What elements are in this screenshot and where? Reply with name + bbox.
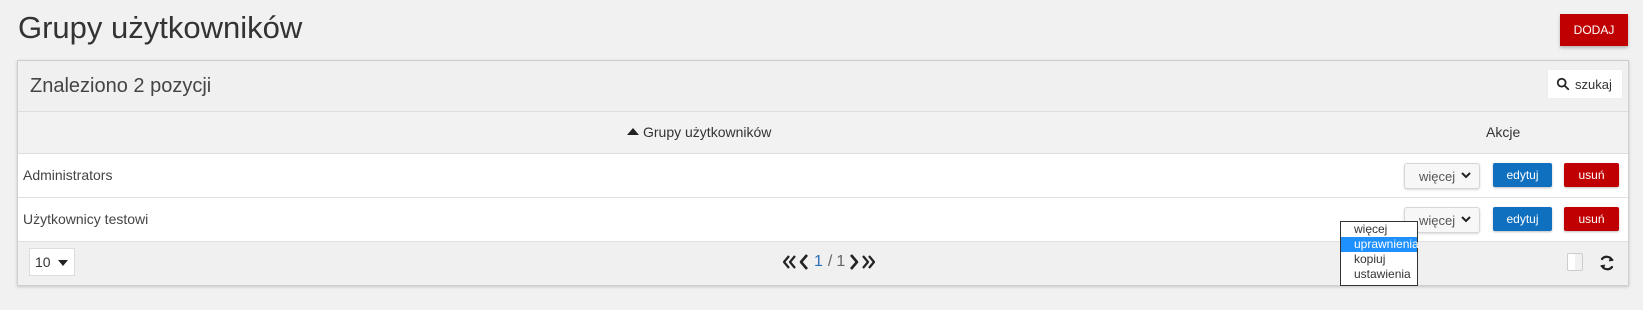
chevron-down-icon [1461, 216, 1471, 223]
more-actions-select[interactable]: więcej [1404, 163, 1480, 189]
delete-button[interactable]: usuń [1564, 163, 1619, 187]
caret-down-icon [58, 260, 68, 266]
refresh-icon[interactable] [1598, 254, 1616, 272]
page-separator: / [827, 253, 833, 270]
column-toggle-icon[interactable] [1567, 253, 1583, 271]
column-header-groups[interactable]: Grupy użytkowników [627, 124, 771, 140]
more-actions-label: więcej [1419, 168, 1456, 184]
table-header: Grupy użytkowników Akcje [18, 112, 1628, 154]
more-actions-dropdown-list: więcej uprawnienia kopiuj ustawienia [1340, 221, 1419, 286]
previous-page-icon[interactable] [797, 253, 811, 271]
chevron-down-icon [1461, 172, 1471, 179]
current-page-number[interactable]: 1 [814, 253, 823, 271]
dropdown-option-permissions[interactable]: uprawnienia [1341, 237, 1419, 252]
page-size-value: 10 [35, 254, 51, 270]
search-input[interactable] [1575, 76, 1621, 92]
more-actions-label: więcej [1419, 212, 1456, 228]
sort-ascending-icon [627, 128, 639, 135]
delete-button[interactable]: usuń [1564, 207, 1619, 231]
add-button[interactable]: DODAJ [1560, 14, 1628, 46]
page-size-select[interactable]: 10 [29, 248, 75, 276]
panel-header: Znaleziono 2 pozycji [18, 61, 1628, 112]
results-count: Znaleziono 2 pozycji [30, 75, 212, 97]
dropdown-option-settings[interactable]: ustawienia [1341, 267, 1417, 282]
dropdown-option-copy[interactable]: kopiuj [1341, 252, 1417, 267]
total-pages: 1 [836, 253, 846, 270]
last-page-icon[interactable] [861, 253, 877, 271]
edit-button[interactable]: edytuj [1493, 163, 1552, 187]
first-page-icon[interactable] [781, 253, 797, 271]
next-page-icon[interactable] [847, 253, 861, 271]
table-row: Administrators więcej edytuj usuń [18, 154, 1628, 198]
pager: 1 / 1 [781, 248, 877, 276]
group-name: Administrators [23, 167, 113, 183]
search-box[interactable] [1547, 69, 1623, 99]
search-icon [1556, 77, 1570, 91]
column-header-actions: Akcje [1486, 124, 1521, 140]
column-header-groups-label: Grupy użytkowników [643, 124, 772, 140]
page-title: Grupy użytkowników [18, 10, 303, 45]
group-name: Użytkownicy testowi [23, 211, 149, 227]
dropdown-option-more[interactable]: więcej [1341, 222, 1417, 237]
edit-button[interactable]: edytuj [1493, 207, 1552, 231]
